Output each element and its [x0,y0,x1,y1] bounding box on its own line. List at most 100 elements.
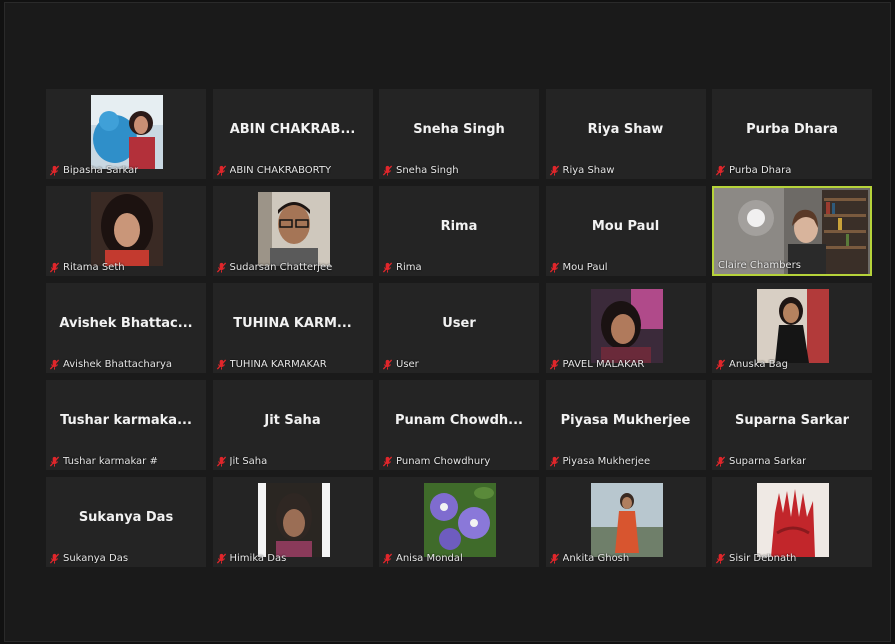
muted-mic-icon [216,165,227,176]
profile-photo [257,192,330,266]
participant-tile-punam-chowdhury[interactable]: Punam Chowdh... Punam Chowdhury [379,380,539,470]
participant-display-name: Punam Chowdh... [395,413,523,428]
participant-name: Jit Saha [229,456,268,467]
participant-name: Suparna Sarkar [729,456,807,467]
profile-photo [91,95,163,169]
participant-name: Anuska Bag [729,359,788,370]
participant-tile-avishek-bhattacharya[interactable]: Avishek Bhattac... Avishek Bhattacharya [46,283,206,373]
participant-name-label: Mou Paul [549,262,608,273]
gallery-view: Bipasha Sarkar ABIN CHAKRAB... ABIN CHAK… [46,89,872,567]
participant-name-label: Bipasha Sarkar [49,165,138,176]
participant-tile-anuska-bag[interactable]: Anuska Bag [712,283,872,373]
participant-name-label: ABIN CHAKRABORTY [216,165,332,176]
participant-name: Anisa Mondal [396,553,463,564]
participant-name: Rima [396,262,422,273]
participant-tile-sneha-singh[interactable]: Sneha Singh Sneha Singh [379,89,539,179]
participant-tile-himika-das[interactable]: Himika Das [212,477,373,567]
participant-display-name: ABIN CHAKRAB... [229,122,356,137]
participant-name: Sneha Singh [396,165,459,176]
participant-display-name: TUHINA KARM... [233,316,352,331]
participant-name: User [396,359,419,370]
muted-mic-icon [715,165,726,176]
muted-mic-icon [382,262,393,273]
participant-name-label: Riya Shaw [549,165,615,176]
participant-name: Mou Paul [562,262,608,273]
muted-mic-icon [715,456,726,467]
participant-name: Sudarsan Chatterjee [229,262,333,273]
muted-mic-icon [216,456,227,467]
muted-mic-icon [49,553,60,564]
participant-name: Riya Shaw [562,165,615,176]
participant-tile-riya-shaw[interactable]: Riya Shaw Riya Shaw [545,89,706,179]
profile-photo [757,289,829,363]
participant-name: Piyasa Mukherjee [562,456,651,467]
muted-mic-icon [549,262,560,273]
participant-tile-piyasa-mukherjee[interactable]: Piyasa Mukherjee Piyasa Mukherjee [545,380,706,470]
participant-tile-jit-saha[interactable]: Jit Saha Jit Saha [212,380,373,470]
participant-name-label: Rima [382,262,422,273]
participant-name: Ankita Ghosh [562,553,630,564]
participant-display-name: User [442,316,476,331]
participant-tile-user[interactable]: User User [379,283,539,373]
participant-name: Bipasha Sarkar [63,165,139,176]
participant-name-label: Sneha Singh [382,165,459,176]
muted-mic-icon [216,553,227,564]
profile-photo [257,483,330,557]
participant-name-label: Suparna Sarkar [715,456,806,467]
participant-tile-claire-chambers[interactable]: Claire Chambers [712,186,872,276]
participant-display-name: Jit Saha [264,413,321,428]
participant-display-name: Rima [440,219,478,234]
profile-photo [91,192,163,266]
participant-name-label: Tushar karmakar # [49,456,158,467]
participant-tile-mou-paul[interactable]: Mou Paul Mou Paul [545,186,706,276]
participant-tile-purba-dhara[interactable]: Purba Dhara Purba Dhara [712,89,872,179]
profile-photo [590,483,663,557]
participant-name-label: Avishek Bhattacharya [49,359,172,370]
participant-name-label: Sisir Debnath [715,553,796,564]
participant-name-label: TUHINA KARMAKAR [216,359,327,370]
participant-name: Avishek Bhattacharya [63,359,173,370]
muted-mic-icon [549,553,560,564]
participant-name: Tushar karmakar # [63,456,158,467]
participant-tile-sisir-debnath[interactable]: Sisir Debnath [712,477,872,567]
muted-mic-icon [382,553,393,564]
profile-photo [424,483,496,557]
participant-display-name: Riya Shaw [587,122,664,137]
participant-name-label: Punam Chowdhury [382,456,490,467]
participant-display-name: Mou Paul [591,219,660,234]
participant-display-name: Sukanya Das [78,510,174,525]
participant-tile-suparna-sarkar[interactable]: Suparna Sarkar Suparna Sarkar [712,380,872,470]
participant-name-label: Ritama Seth [49,262,125,273]
participant-name-label: Sudarsan Chatterjee [216,262,333,273]
participant-name-label: Sukanya Das [49,553,128,564]
muted-mic-icon [382,456,393,467]
participant-name: TUHINA KARMAKAR [229,359,327,370]
participant-name: Sisir Debnath [729,553,797,564]
participant-display-name: Avishek Bhattac... [59,316,193,331]
participant-name-label: Ankita Ghosh [549,553,630,564]
participant-display-name: Piyasa Mukherjee [560,413,691,428]
participant-tile-tushar-karmakar[interactable]: Tushar karmaka... Tushar karmakar # [46,380,206,470]
participant-name-label: PAVEL MALAKAR [549,359,645,370]
muted-mic-icon [549,165,560,176]
profile-photo [757,483,829,557]
participant-tile-rima[interactable]: Rima Rima [379,186,539,276]
participant-tile-sukanya-das[interactable]: Sukanya Das Sukanya Das [46,477,206,567]
participant-tile-pavel-malakar[interactable]: PAVEL MALAKAR [545,283,706,373]
participant-tile-ritama-seth[interactable]: Ritama Seth [46,186,206,276]
participant-name: Sukanya Das [63,553,129,564]
participant-name: ABIN CHAKRABORTY [229,165,332,176]
participant-tile-sudarsan-chatterjee[interactable]: Sudarsan Chatterjee [212,186,373,276]
muted-mic-icon [715,553,726,564]
participant-tile-tuhina-karmakar[interactable]: TUHINA KARM... TUHINA KARMAKAR [212,283,373,373]
muted-mic-icon [49,359,60,370]
participant-tile-bipasha-sarkar[interactable]: Bipasha Sarkar [46,89,206,179]
participant-tile-ankita-ghosh[interactable]: Ankita Ghosh [545,477,706,567]
participant-name: PAVEL MALAKAR [562,359,645,370]
participant-display-name: Tushar karmaka... [60,413,192,428]
participant-display-name: Purba Dhara [746,122,838,137]
participant-tile-abin-chakraborty[interactable]: ABIN CHAKRAB... ABIN CHAKRABORTY [212,89,373,179]
participant-tile-anisa-mondal[interactable]: Anisa Mondal [379,477,539,567]
participant-name: Ritama Seth [63,262,125,273]
participant-name-label: User [382,359,419,370]
